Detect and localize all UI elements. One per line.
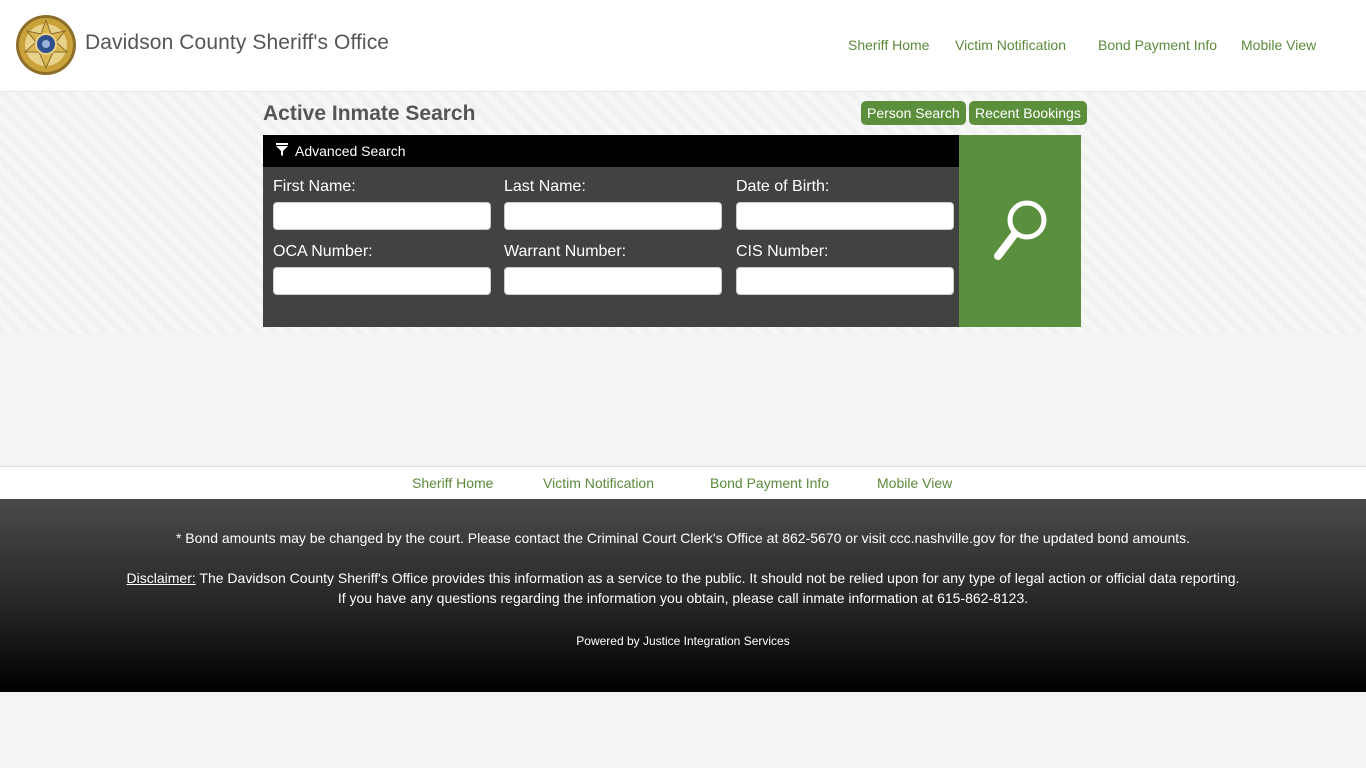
dob-label: Date of Birth: [736, 178, 830, 195]
magnifier-icon [994, 200, 1047, 260]
search-submit-button[interactable] [959, 135, 1081, 327]
search-form-panel: Advanced Search First Name: Last Name: D… [263, 135, 959, 327]
warrant-number-label: Warrant Number: [504, 243, 627, 260]
footer-nav: Sheriff Home Victim Notification Bond Pa… [0, 466, 1366, 499]
oca-number-input[interactable] [273, 267, 491, 295]
last-name-input[interactable] [504, 202, 722, 230]
first-name-label: First Name: [273, 178, 356, 195]
top-nav: Sheriff Home Victim Notification Bond Pa… [0, 37, 1366, 57]
site-header: Davidson County Sheriff's Office Sheriff… [0, 0, 1366, 92]
oca-number-label: OCA Number: [273, 243, 373, 260]
nav-mobile-view[interactable]: Mobile View [1241, 37, 1316, 53]
first-name-input[interactable] [273, 202, 491, 230]
footer-nav-sheriff-home[interactable]: Sheriff Home [412, 475, 493, 491]
disclaimer-text: The Davidson County Sheriff's Office pro… [195, 570, 1240, 586]
disclaimer-line: Disclaimer: The Davidson County Sheriff'… [0, 570, 1366, 586]
footer-nav-mobile-view[interactable]: Mobile View [877, 475, 952, 491]
nav-sheriff-home[interactable]: Sheriff Home [848, 37, 929, 53]
dob-input[interactable] [736, 202, 954, 230]
last-name-label: Last Name: [504, 178, 586, 195]
advanced-search-label: Advanced Search [295, 143, 406, 159]
bond-note: * Bond amounts may be changed by the cou… [175, 530, 1191, 546]
page-title: Active Inmate Search [263, 102, 476, 125]
recent-bookings-button[interactable]: Recent Bookings [969, 101, 1087, 125]
filter-icon [276, 143, 288, 156]
advanced-search-toggle[interactable]: Advanced Search [263, 135, 959, 167]
warrant-number-input[interactable] [504, 267, 722, 295]
disclaimer-contact: If you have any questions regarding the … [337, 590, 1029, 606]
disclaimer-label: Disclaimer: [126, 570, 196, 586]
nav-victim-notification[interactable]: Victim Notification [955, 37, 1066, 53]
nav-bond-payment-info[interactable]: Bond Payment Info [1098, 37, 1217, 53]
footer-nav-bond-payment-info[interactable]: Bond Payment Info [710, 475, 829, 491]
cis-number-label: CIS Number: [736, 243, 829, 260]
site-footer: * Bond amounts may be changed by the cou… [0, 499, 1366, 692]
cis-number-input[interactable] [736, 267, 954, 295]
powered-by: Powered by Justice Integration Services [576, 634, 790, 648]
footer-nav-victim-notification[interactable]: Victim Notification [543, 475, 654, 491]
person-search-button[interactable]: Person Search [861, 101, 966, 125]
